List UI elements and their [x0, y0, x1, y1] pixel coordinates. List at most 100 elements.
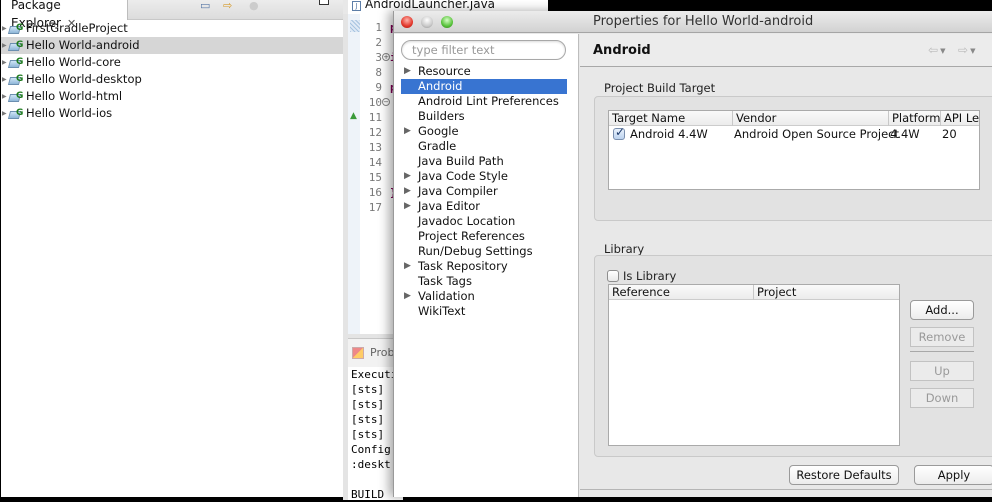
minimize-window-button[interactable] — [421, 16, 433, 28]
expand-triangle-icon[interactable]: ▶ — [404, 64, 411, 79]
close-window-button[interactable] — [401, 16, 413, 28]
category-item[interactable]: Java Build Path — [401, 154, 567, 169]
collapse-all-icon[interactable]: ▭ — [200, 0, 210, 12]
expand-fold-icon[interactable]: + — [382, 53, 390, 61]
forward-button[interactable]: ⇨ ▼ — [958, 43, 975, 57]
tab-label: AndroidLauncher.java — [365, 0, 496, 11]
category-item[interactable]: ▶ Resource — [401, 64, 567, 79]
project-item[interactable]: ▶ G FirstGradleProject — [1, 20, 343, 37]
line-number: 16 — [368, 186, 382, 199]
problems-icon — [352, 347, 364, 359]
category-item[interactable]: Android Lint Preferences — [401, 94, 567, 109]
line-number: 12 — [368, 126, 382, 139]
expand-triangle-icon[interactable]: ▶ — [404, 259, 411, 274]
link-with-editor-icon[interactable]: ⇨ — [223, 0, 232, 12]
line-number: 2 — [375, 36, 382, 49]
line-number: 3 — [375, 51, 382, 64]
library-reference-table[interactable]: Reference Project — [608, 284, 900, 446]
project-tree: ▶ G FirstGradleProject ▶ G Hello World-androi… — [1, 20, 343, 122]
category-label: Java Editor — [418, 199, 480, 213]
tab-package-explorer[interactable]: Package Explorer ✕ — [1, 0, 128, 30]
line-number: 15 — [368, 171, 382, 184]
is-library-checkbox[interactable] — [607, 270, 619, 282]
gradle-project-icon: G — [7, 40, 25, 52]
apply-button[interactable]: Apply — [914, 465, 992, 485]
gradle-project-icon: G — [7, 74, 25, 86]
project-item[interactable]: ▶ G Hello World-html — [1, 88, 343, 105]
property-page: Android ⇦ ▼ ⇨ ▼ Project Build Target Targe… — [580, 34, 992, 497]
view-menu-icon[interactable]: ● — [249, 0, 259, 12]
category-item[interactable]: Gradle — [401, 139, 567, 154]
category-item[interactable]: Project References — [401, 229, 567, 244]
expand-triangle-icon[interactable]: ▶ — [404, 169, 411, 184]
category-item[interactable]: ▶ Java Editor — [401, 199, 567, 214]
category-label: Resource — [418, 64, 471, 78]
category-item[interactable]: ▶ Google — [401, 124, 567, 139]
chevron-down-icon: ▼ — [970, 46, 976, 55]
category-item[interactable]: ▶ Task Repository — [401, 259, 567, 274]
category-item[interactable]: Android — [401, 79, 567, 94]
column-api-level[interactable]: API Le — [941, 111, 981, 126]
minimize-icon[interactable] — [319, 0, 329, 5]
line-number: 9 — [375, 81, 382, 94]
restore-defaults-button[interactable]: Restore Defaults — [789, 465, 899, 485]
page-header: Android ⇦ ▼ ⇨ ▼ — [580, 34, 992, 67]
column-project[interactable]: Project — [754, 285, 901, 300]
expand-triangle-icon[interactable]: ▶ — [2, 37, 7, 54]
expand-triangle-icon[interactable]: ▶ — [2, 88, 7, 105]
project-item[interactable]: ▶ G Hello World-core — [1, 54, 343, 71]
category-item[interactable]: Javadoc Location — [401, 214, 567, 229]
line-number: 8 — [375, 66, 382, 79]
table-header: Target Name Vendor Platform API Le — [609, 111, 979, 126]
category-item[interactable]: Builders — [401, 109, 567, 124]
category-label: Project References — [418, 229, 525, 243]
project-name: Hello World-core — [26, 55, 121, 69]
expand-triangle-icon[interactable]: ▶ — [404, 184, 411, 199]
expand-triangle-icon[interactable]: ▶ — [404, 199, 411, 214]
table-row[interactable]: ✓ Android 4.4W Android Open Source Proje… — [609, 125, 981, 142]
category-label: Builders — [418, 109, 465, 123]
expand-triangle-icon[interactable]: ▶ — [2, 105, 7, 122]
expand-triangle-icon[interactable]: ▶ — [2, 20, 7, 37]
category-item[interactable]: ▶ Validation — [401, 289, 567, 304]
line-number: 11 — [368, 111, 382, 124]
dialog-titlebar[interactable]: Properties for Hello World-android — [394, 11, 992, 33]
project-item[interactable]: ▶ G Hello World-desktop — [1, 71, 343, 88]
footer-separator — [580, 489, 992, 490]
overview-ruler — [348, 14, 360, 334]
checkmark-icon: ✓ — [615, 125, 626, 139]
category-item[interactable]: Task Tags — [401, 274, 567, 289]
category-item[interactable]: ▶ Java Compiler — [401, 184, 567, 199]
vendor-cell: Android Open Source Project — [734, 127, 899, 141]
category-item[interactable]: ▶ Java Code Style — [401, 169, 567, 184]
expand-triangle-icon[interactable]: ▶ — [2, 71, 7, 88]
table-header: Reference Project — [609, 285, 899, 300]
filter-input[interactable]: type filter text — [401, 40, 566, 60]
expand-triangle-icon[interactable]: ▶ — [404, 124, 411, 139]
expand-triangle-icon[interactable]: ▶ — [2, 54, 7, 71]
column-platform[interactable]: Platform — [889, 111, 941, 126]
up-button[interactable]: Up — [910, 361, 974, 381]
category-item[interactable]: WikiText — [401, 304, 567, 319]
package-explorer-panel: Package Explorer ✕ ▭ ⇨ ● ▶ G FirstGradlePro… — [0, 0, 343, 498]
remove-button[interactable]: Remove — [910, 327, 974, 347]
collapse-fold-icon[interactable]: − — [382, 98, 390, 106]
add-button[interactable]: Add... — [910, 300, 974, 320]
target-checkbox[interactable]: ✓ — [613, 125, 626, 140]
column-vendor[interactable]: Vendor — [733, 111, 889, 126]
zoom-window-button[interactable] — [441, 16, 453, 28]
api-level-cell: 20 — [942, 127, 957, 141]
category-label: Javadoc Location — [418, 214, 516, 228]
java-file-icon: J — [352, 1, 361, 11]
column-reference[interactable]: Reference — [609, 285, 754, 300]
category-item[interactable]: Run/Debug Settings — [401, 244, 567, 259]
project-name: Hello World-android — [26, 38, 140, 52]
back-button[interactable]: ⇦ ▼ — [928, 43, 945, 57]
build-target-table[interactable]: Target Name Vendor Platform API Le ✓ And… — [608, 110, 980, 190]
project-item[interactable]: ▶ G Hello World-ios — [1, 105, 343, 122]
project-item[interactable]: ▶ G Hello World-android — [1, 37, 343, 54]
expand-triangle-icon[interactable]: ▶ — [404, 289, 411, 304]
column-target-name[interactable]: Target Name — [609, 111, 733, 126]
category-label: Validation — [418, 289, 475, 303]
down-button[interactable]: Down — [910, 388, 974, 408]
